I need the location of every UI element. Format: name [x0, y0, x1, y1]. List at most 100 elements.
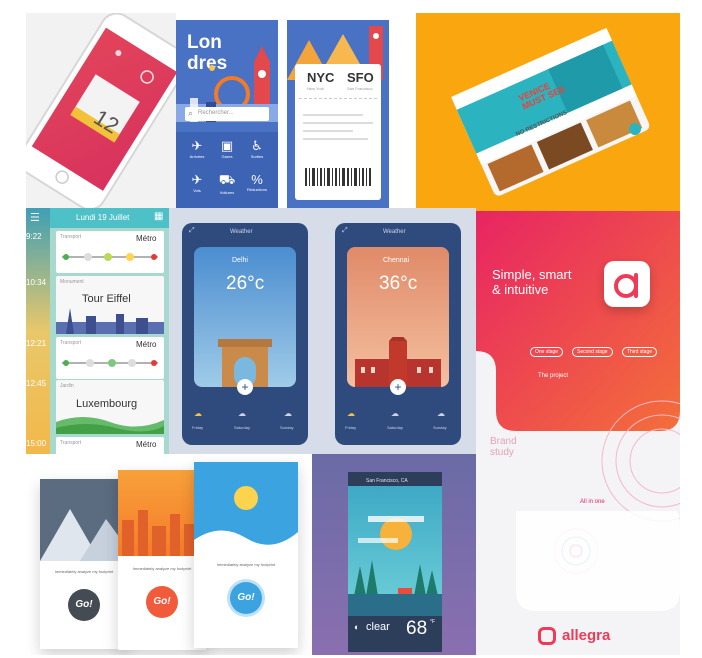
forecast-unit: °F [430, 619, 436, 625]
metro-header-title: Lundi 19 Juillet [76, 213, 130, 222]
row-value: Métro [136, 340, 157, 349]
london-category-grid: ✈ Arrivées ▣ Gares ♿ Sorties ✈ Vols ⛟ Vo… [176, 132, 278, 208]
weather-phone: Weather ⤢ Chennai 36°c + ☁ ☁ ☁ Friday Sa… [335, 223, 461, 445]
add-button[interactable]: + [237, 379, 253, 395]
footprint-card[interactable]: Immediately analyze my footprint Go! [118, 470, 206, 650]
row-label: Transport [60, 440, 82, 446]
weather-day-label: Saturday [387, 425, 404, 430]
weather-day-icon: ☁ [391, 409, 399, 418]
weather-day-label: Friday [192, 425, 204, 430]
stage-pill[interactable]: Second stage [572, 347, 613, 357]
allegra-brand-study-line1: Brand [490, 436, 517, 447]
allegra-tagline: Simple, smart & intuitive [492, 267, 571, 297]
footprint-caption: Immediately analyze my footprint [132, 566, 192, 571]
ticket-card[interactable]: NYC SFO New York San Francisco [295, 64, 381, 200]
grid-item-exits[interactable]: ♿ Sorties [242, 138, 272, 159]
allegra-app-icon [604, 261, 650, 307]
row-value: Luxembourg [76, 398, 138, 410]
percent-icon: % [251, 172, 263, 187]
row-value: Tour Eiffel [82, 293, 131, 305]
footprint-caption: Immediately analyze my footprint [54, 569, 114, 574]
row-label: Jardin [60, 383, 74, 389]
grid-item-arrivals[interactable]: ✈ Arrivées [182, 138, 212, 159]
weather-temp: 26°c [226, 273, 265, 294]
weather-city-card[interactable]: Delhi 26°c + [194, 247, 296, 395]
add-button[interactable]: + [390, 379, 406, 395]
grid-item-discounts[interactable]: % Réductions [242, 172, 272, 192]
forecast-temp: 68 [406, 618, 428, 639]
allegra-mark-icon [538, 627, 556, 645]
allegra-brand-study: Brand study [490, 436, 517, 458]
metro-row-transport[interactable]: Transport Métro [56, 231, 164, 273]
tile-travel-phone: VENICE MUST SEE NO RESTRICTIONS [416, 13, 680, 211]
tile-metro-itinerary: ☰ Lundi 19 Juillet ▦ 9:22 10:34 12:21 12… [26, 208, 169, 454]
weather-condition-icon: ◐ [354, 622, 360, 632]
sunny-sky-illustration [194, 462, 298, 552]
footprint-card[interactable]: Immediately analyze my footprint Go! [194, 462, 298, 648]
car-icon: ⛟ [218, 172, 236, 187]
search-icon: ⌕ [188, 108, 194, 118]
grid-item-cars[interactable]: ⛟ Voitures [212, 172, 242, 195]
weather-city-card[interactable]: Chennai 36°c + [347, 247, 449, 395]
allegra-tagline-line1: Simple, smart [492, 267, 572, 282]
stage-pill[interactable]: Third stage [622, 347, 658, 357]
menu-icon[interactable]: ☰ [30, 211, 40, 224]
grid-label: Réductions [246, 187, 267, 192]
weather-city: Delhi [232, 257, 248, 264]
go-button[interactable]: Go! [146, 586, 178, 618]
go-button[interactable]: Go! [230, 582, 262, 614]
mountain-illustration [40, 479, 128, 561]
metro-row-monument[interactable]: Monument Tour Eiffel [56, 276, 164, 334]
allegra-project-label: The project [538, 373, 569, 379]
tile-calendar-app: 12 [26, 13, 176, 208]
travel-phone-illustration [451, 27, 650, 196]
ticket-from-code: NYC [307, 70, 335, 85]
tile-footprint-app: Immediately analyze my footprint Go! Imm… [26, 454, 312, 655]
grid-label: Sorties [250, 154, 264, 159]
tile-weather-app: Weather ⤢ Delhi 26°c + ☁ ☁ ☁ Friday Satu… [169, 208, 476, 454]
go-button[interactable]: Go! [68, 589, 100, 621]
grid-label: Arrivées [189, 154, 205, 159]
weather-day-label: Sunday [433, 425, 447, 430]
allegra-stage-pills: One stage Second stage Third stage [530, 347, 680, 361]
footprint-card[interactable]: Immediately analyze my footprint Go! [40, 479, 128, 649]
tile-london-app: Lon dres ⌕ Rechercher... ✈ Arrivées ▣ Ga… [176, 20, 278, 208]
footprint-caption: Immediately analyze my footprint [216, 562, 276, 567]
metro-line-diagram [62, 359, 158, 367]
weather-day-label: Saturday [234, 425, 251, 430]
metro-row-garden[interactable]: Jardin Luxembourg [56, 380, 164, 434]
weather-day-icon: ☁ [347, 409, 355, 418]
forecast-header: San Francisco, CA [366, 478, 408, 484]
grid-item-stations[interactable]: ▣ Gares [212, 138, 242, 159]
weather-day-label: Friday [345, 425, 357, 430]
metro-row-transport[interactable]: Transport Métro [56, 437, 164, 454]
allegra-all-in-one: All in one [580, 499, 605, 505]
weather-title: Weather [383, 229, 406, 235]
expand-icon[interactable]: ⤢ [189, 227, 195, 235]
tile-flight-ticket: NYC SFO New York San Francisco [287, 20, 389, 208]
metro-row-transport[interactable]: Transport Métro [56, 337, 164, 379]
expand-icon[interactable]: ⤢ [342, 227, 348, 235]
weather-day-icon: ☁ [238, 409, 246, 418]
allegra-wordmark: allegra [562, 627, 611, 644]
stage-pill[interactable]: One stage [530, 347, 564, 357]
tile-allegra-brand: Simple, smart & intuitive One stage Seco… [476, 211, 680, 655]
metro-time: 9:22 [26, 232, 42, 241]
ticket-from-city: New York [307, 86, 324, 91]
london-search-bar[interactable]: ⌕ Rechercher... [185, 107, 269, 121]
metro-header: ☰ Lundi 19 Juillet ▦ [30, 208, 169, 228]
metro-time: 12:21 [26, 339, 47, 348]
grid-item-flights[interactable]: ✈ Vols [182, 172, 212, 193]
row-label: Transport [60, 340, 82, 346]
metro-timeline-bar [26, 208, 50, 454]
metro-time: 12:45 [26, 379, 47, 388]
metro-time: 10:34 [26, 278, 47, 287]
ticket-divider [299, 98, 377, 99]
tile-forecast-app: San Francisco, CA ◐ clear 68 °F [312, 454, 476, 655]
calendar-icon[interactable]: ▦ [154, 211, 163, 222]
ticket-to-city: San Francisco [347, 86, 373, 91]
weather-title: Weather [230, 229, 253, 235]
garden-hills-illustration [56, 417, 164, 434]
ticket-detail-lines [303, 108, 373, 146]
forecast-landscape-illustration [348, 486, 442, 616]
